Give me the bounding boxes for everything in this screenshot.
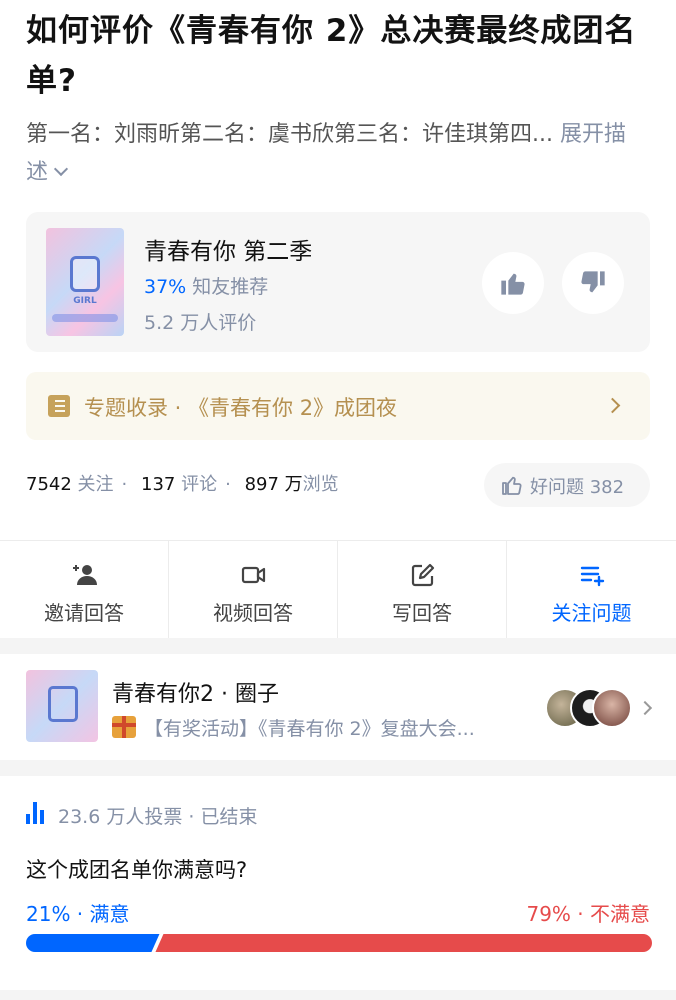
- topic-collection-banner[interactable]: 专题收录 · 《青春有你 2》成团夜: [26, 372, 650, 440]
- poll-option-unsatisfied: 79% · 不满意: [526, 902, 650, 926]
- follow-question-button[interactable]: 关注问题: [507, 541, 676, 639]
- poll-meta: 23.6 万人投票 · 已结束: [58, 806, 258, 828]
- chevron-down-icon[interactable]: [53, 161, 69, 177]
- poll-option-satisfied: 21% · 满意: [26, 902, 130, 926]
- circle-card[interactable]: 青春有你2 · 圈子 【有奖活动】《青春有你 2》复盘大会...: [0, 656, 676, 760]
- section-divider: [0, 638, 676, 654]
- invite-icon: [73, 565, 97, 585]
- good-question-label[interactable]: 好问题 382: [530, 473, 624, 499]
- show-card[interactable]: GIRL 青春有你 第二季 37% 知友推荐 5.2 万人评价: [26, 212, 650, 352]
- question-title: 如何评价《青春有你 2》总决赛最终成团名单?: [26, 13, 637, 99]
- show-recommend: 37% 知友推荐: [144, 272, 268, 299]
- poll-result-bar: [26, 934, 652, 952]
- show-poster[interactable]: GIRL: [46, 228, 124, 336]
- show-name[interactable]: 青春有你 第二季: [144, 232, 312, 266]
- circle-poster[interactable]: [26, 670, 98, 742]
- follow-question-label[interactable]: 关注问题: [507, 597, 676, 626]
- member-avatar: [592, 688, 632, 728]
- thumbs-up-icon: [501, 273, 525, 295]
- poll-bar-unsatisfied: [155, 934, 652, 952]
- views-count: 897 万: [244, 474, 303, 495]
- topic-list-icon: [48, 395, 70, 417]
- section-divider: [0, 760, 676, 776]
- section-divider: [0, 990, 676, 1000]
- circle-name[interactable]: 青春有你2 · 圈子: [112, 676, 279, 708]
- good-question-button[interactable]: 好问题 382: [484, 463, 650, 507]
- thumbs-up-outline-icon: [502, 476, 522, 495]
- thumbs-down-icon: [581, 271, 605, 293]
- video-answer-label[interactable]: 视频回答: [169, 597, 337, 626]
- comments-count[interactable]: 137: [141, 474, 175, 495]
- views-label: 浏览: [302, 474, 339, 495]
- gift-icon: [112, 716, 136, 738]
- poll-bar-satisfied: [26, 934, 160, 952]
- recommend-label: 知友推荐: [192, 276, 269, 298]
- poll-question: 这个成团名单你满意吗?: [26, 858, 248, 882]
- comments-label[interactable]: 评论: [181, 474, 217, 495]
- followers-label: 关注: [77, 474, 114, 495]
- video-answer-button[interactable]: 视频回答: [169, 541, 338, 639]
- description-text: 第一名：刘雨昕第二名：虞书欣第三名：许佳琪第四...: [26, 122, 553, 147]
- poll-card: 23.6 万人投票 · 已结束 这个成团名单你满意吗? 21% · 满意 79%…: [0, 776, 676, 1000]
- answer-action-bar: 邀请回答 视频回答 写回答 关注问题: [0, 540, 676, 639]
- question-stats: 7542 关注 · 137 评论 · 897 万浏览: [26, 474, 339, 495]
- recommend-percent: 37%: [144, 276, 187, 298]
- thumbs-up-button[interactable]: [482, 252, 544, 314]
- followers-count: 7542: [26, 474, 72, 495]
- poster-logo-text: GIRL: [73, 296, 97, 306]
- edit-icon: [411, 563, 435, 587]
- write-answer-button[interactable]: 写回答: [338, 541, 507, 639]
- rating-count: 5.2 万人评价: [144, 312, 257, 334]
- bar-chart-icon: [26, 802, 48, 824]
- chevron-right-icon[interactable]: [604, 397, 621, 414]
- write-answer-label[interactable]: 写回答: [338, 597, 506, 626]
- topic-label[interactable]: 专题收录 · 《青春有你 2》成团夜: [84, 392, 397, 422]
- video-icon: [241, 566, 266, 584]
- invite-answer-button[interactable]: 邀请回答: [0, 541, 169, 639]
- invite-answer-label[interactable]: 邀请回答: [0, 597, 168, 626]
- follow-list-icon: [580, 566, 605, 587]
- circle-activity[interactable]: 【有奖活动】《青春有你 2》复盘大会...: [144, 714, 475, 741]
- question-description[interactable]: 第一名：刘雨昕第二名：虞书欣第三名：许佳琪第四... 展开描述: [26, 116, 646, 192]
- show-logo: [70, 256, 100, 292]
- poster-decoration: [52, 314, 118, 322]
- chevron-right-icon[interactable]: [637, 700, 653, 716]
- thumbs-down-button[interactable]: [562, 252, 624, 314]
